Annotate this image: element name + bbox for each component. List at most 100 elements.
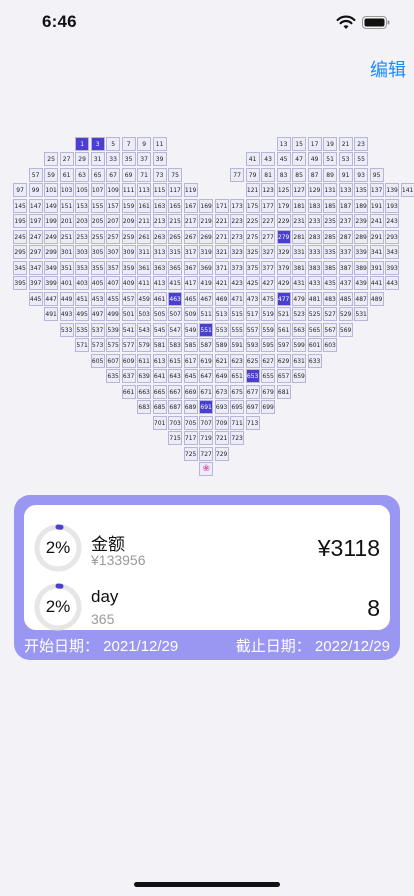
grid-cell[interactable]: 245	[13, 229, 28, 244]
grid-cell[interactable]: 717	[183, 431, 198, 446]
grid-cell[interactable]: 443	[385, 276, 400, 291]
grid-cell[interactable]: 101	[44, 183, 59, 198]
grid-cell[interactable]: 315	[168, 245, 183, 260]
grid-cell[interactable]: 325	[245, 245, 260, 260]
grid-cell[interactable]: 5	[106, 136, 121, 151]
grid-cell[interactable]: 583	[168, 338, 183, 353]
grid-cell[interactable]: 329	[276, 245, 291, 260]
grid-cell[interactable]: 189	[354, 198, 369, 213]
grid-cell[interactable]: 503	[137, 307, 152, 322]
grid-cell[interactable]: 617	[183, 353, 198, 368]
grid-cell[interactable]: 81	[261, 167, 276, 182]
grid-cell[interactable]: 99	[28, 183, 43, 198]
grid-cell[interactable]: 695	[230, 400, 245, 415]
grid-cell[interactable]: 375	[245, 260, 260, 275]
grid-cell[interactable]: 577	[121, 338, 136, 353]
grid-cell[interactable]: 175	[245, 198, 260, 213]
grid-cell[interactable]: 359	[121, 260, 136, 275]
grid-cell[interactable]: 307	[106, 245, 121, 260]
grid-cell[interactable]: 689	[183, 400, 198, 415]
grid-cell[interactable]: 527	[323, 307, 338, 322]
grid-cell[interactable]: 369	[199, 260, 214, 275]
grid-cell[interactable]: 705	[183, 415, 198, 430]
grid-cell[interactable]: 637	[121, 369, 136, 384]
grid-cell[interactable]: 259	[121, 229, 136, 244]
grid-cell[interactable]: 675	[230, 384, 245, 399]
grid-cell[interactable]: 301	[59, 245, 74, 260]
grid-cell[interactable]: 451	[75, 291, 90, 306]
grid-cell[interactable]: 563	[292, 322, 307, 337]
grid-cell[interactable]: 91	[338, 167, 353, 182]
grid-cell[interactable]: 353	[75, 260, 90, 275]
grid-cell[interactable]: 457	[121, 291, 136, 306]
grid-cell[interactable]: 23	[354, 136, 369, 151]
grid-cell[interactable]: 333	[307, 245, 322, 260]
grid-cell[interactable]: 547	[168, 322, 183, 337]
grid-cell[interactable]: 195	[13, 214, 28, 229]
grid-cell[interactable]: 595	[261, 338, 276, 353]
grid-cell[interactable]: 43	[261, 152, 276, 167]
grid-cell[interactable]: 35	[121, 152, 136, 167]
grid-cell[interactable]: 261	[137, 229, 152, 244]
grid-cell[interactable]: 89	[323, 167, 338, 182]
grid-cell[interactable]: 291	[369, 229, 384, 244]
grid-cell[interactable]: 253	[75, 229, 90, 244]
grid-cell[interactable]: 263	[152, 229, 167, 244]
grid-cell[interactable]: 135	[354, 183, 369, 198]
grid-cell[interactable]: 635	[106, 369, 121, 384]
grid-cell[interactable]: 389	[354, 260, 369, 275]
grid-cell[interactable]: 211	[137, 214, 152, 229]
grid-cell[interactable]: 509	[183, 307, 198, 322]
grid-cell[interactable]: 167	[183, 198, 198, 213]
grid-cell[interactable]: 495	[75, 307, 90, 322]
grid-cell[interactable]: 453	[90, 291, 105, 306]
grid-cell[interactable]: 627	[261, 353, 276, 368]
grid-cell[interactable]: 209	[121, 214, 136, 229]
grid-cell[interactable]: 589	[214, 338, 229, 353]
grid-cell[interactable]: 615	[168, 353, 183, 368]
grid-cell[interactable]: 497	[90, 307, 105, 322]
grid-cell[interactable]: 603	[323, 338, 338, 353]
grid-cell[interactable]: 449	[59, 291, 74, 306]
grid-cell[interactable]: 439	[354, 276, 369, 291]
grid-cell[interactable]: 485	[338, 291, 353, 306]
grid-cell[interactable]: 663	[137, 384, 152, 399]
grid-cell[interactable]: 679	[261, 384, 276, 399]
grid-cell[interactable]: 303	[75, 245, 90, 260]
grid-cell[interactable]: 65	[90, 167, 105, 182]
grid-cell[interactable]: 71	[137, 167, 152, 182]
grid-cell[interactable]: 535	[75, 322, 90, 337]
grid-cell[interactable]: 3	[90, 136, 105, 151]
grid-cell[interactable]: 33	[106, 152, 121, 167]
grid-cell[interactable]: 137	[369, 183, 384, 198]
grid-cell[interactable]: 87	[307, 167, 322, 182]
grid-cell[interactable]: 339	[354, 245, 369, 260]
grid-cell[interactable]: 61	[59, 167, 74, 182]
grid-cell[interactable]: 197	[28, 214, 43, 229]
grid-cell[interactable]: 459	[137, 291, 152, 306]
grid-cell[interactable]: 273	[230, 229, 245, 244]
grid-cell[interactable]: 335	[323, 245, 338, 260]
grid-cell[interactable]: 643	[168, 369, 183, 384]
grid-cell[interactable]: 247	[28, 229, 43, 244]
grid-cell[interactable]: 93	[354, 167, 369, 182]
grid-cell[interactable]: 129	[307, 183, 322, 198]
grid-cell[interactable]: 107	[90, 183, 105, 198]
grid-cell[interactable]: 471	[230, 291, 245, 306]
grid-cell[interactable]: 571	[75, 338, 90, 353]
grid-cell[interactable]: 567	[323, 322, 338, 337]
grid-cell[interactable]: 149	[44, 198, 59, 213]
grid-cell[interactable]: 177	[261, 198, 276, 213]
grid-cell[interactable]: 255	[90, 229, 105, 244]
grid-cell[interactable]: 363	[152, 260, 167, 275]
grid-cell[interactable]: 377	[261, 260, 276, 275]
grid-cell[interactable]: 297	[28, 245, 43, 260]
grid-cell[interactable]: 479	[292, 291, 307, 306]
grid-cell[interactable]: 19	[323, 136, 338, 151]
grid-cell[interactable]: 639	[137, 369, 152, 384]
grid-cell[interactable]: 403	[75, 276, 90, 291]
grid-cell[interactable]: 465	[183, 291, 198, 306]
grid-cell[interactable]: 203	[75, 214, 90, 229]
grid-cell[interactable]: 557	[245, 322, 260, 337]
grid-cell[interactable]: 469	[214, 291, 229, 306]
